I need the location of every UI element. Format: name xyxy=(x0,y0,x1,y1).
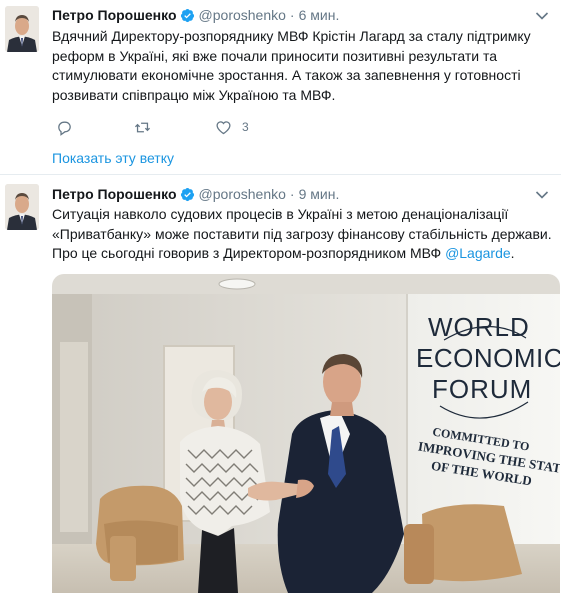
like-button[interactable]: 3 xyxy=(215,117,249,137)
wall-logo-line2: ECONOMIC xyxy=(416,343,560,373)
tweet-text-segment: Про це сьогодні говорив з Директором-роз… xyxy=(52,245,446,261)
avatar[interactable] xyxy=(5,6,39,52)
chevron-down-icon[interactable] xyxy=(535,8,549,20)
author-handle[interactable]: @poroshenko xyxy=(199,7,286,23)
mention-link[interactable]: @Lagarde xyxy=(445,245,511,261)
author-name[interactable]: Петро Порошенко xyxy=(52,7,177,23)
tweet[interactable]: Петро Порошенко @poroshenko · 6 мин. Вдя… xyxy=(0,0,561,175)
tweet-timestamp[interactable]: 9 мин. xyxy=(299,186,340,202)
author-name[interactable]: Петро Порошенко xyxy=(52,186,177,202)
tweet-text-segment: . xyxy=(510,245,515,261)
verified-badge-icon xyxy=(180,8,195,23)
author-handle[interactable]: @poroshenko xyxy=(199,186,286,202)
reply-icon xyxy=(58,121,71,136)
tweet-photo[interactable]: WORLD ECONOMIC FORUM COMMITTED TO IMPROV… xyxy=(52,274,560,593)
show-thread-link[interactable]: Показать эту ветку xyxy=(52,150,174,166)
tweet-timestamp[interactable]: 6 мин. xyxy=(299,7,340,23)
tweet-text-line: «Приватбанку» може поставити під загрозу… xyxy=(52,225,552,242)
tweet[interactable]: Петро Порошенко @poroshenko · 9 мин. Сит… xyxy=(0,175,561,593)
tweet-text-line: Вдячний Директору-розпоряднику МВФ Кріст… xyxy=(52,28,531,44)
tweet-text: Вдячний Директору-розпоряднику МВФ Кріст… xyxy=(52,27,548,105)
tweet-text: Ситуація навколо судових процесів в Укра… xyxy=(52,205,552,264)
tweet-text-line: Про це сьогодні говорив з Директором-роз… xyxy=(52,244,548,264)
separator-dot: · xyxy=(289,7,295,23)
verified-badge-icon xyxy=(180,187,195,202)
retweet-button[interactable] xyxy=(134,117,151,137)
separator-dot: · xyxy=(289,186,295,202)
like-count: 3 xyxy=(242,120,249,134)
wall-logo-line3: FORUM xyxy=(432,374,532,404)
tweet-header: Петро Порошенко @poroshenko · 6 мин. xyxy=(52,6,339,24)
tweet-actions: 3 xyxy=(52,117,372,137)
heart-icon xyxy=(216,120,231,134)
tweet-header: Петро Порошенко @poroshenko · 9 мин. xyxy=(52,185,339,203)
chevron-down-icon[interactable] xyxy=(535,187,549,199)
reply-button[interactable] xyxy=(56,117,73,137)
tweet-text-line: Ситуація навколо судових процесів в Укра… xyxy=(52,206,509,222)
retweet-icon xyxy=(134,122,151,132)
tweet-text-line: стимулювати економічне зростання. А тако… xyxy=(52,67,521,83)
avatar[interactable] xyxy=(5,184,39,230)
tweet-text-line: реформ в Україні, які вже почали приноси… xyxy=(52,47,498,64)
tweet-text-line: розвивати співпрацю між Україною та МВФ. xyxy=(52,86,336,103)
